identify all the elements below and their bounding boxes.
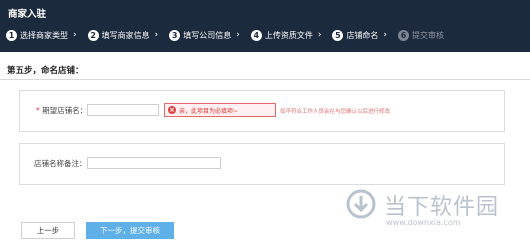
step-1: 1 选择商家类型 › [6,29,77,41]
divider [0,79,530,80]
page-title: 商家入驻 [8,9,47,20]
store-name-input[interactable] [87,104,159,116]
step-label: 上传资质文件 [264,30,313,40]
step-label: 选择商家类型 [20,30,68,40]
watermark-text: 当下软件园 [384,195,500,220]
chevron-right-icon: › [154,30,159,40]
error-icon: × [168,106,176,114]
step-progress: 1 选择商家类型 › 2 填写商家信息 › 3 填写公司信息 › 4 上传资质文… [6,27,455,43]
step-number: 5 [332,29,344,41]
step-label: 填写公司信息 [183,30,232,40]
error-text: 亲，此项目为必填项~ [179,107,239,115]
step-5: 5 店铺命名 › [332,29,388,41]
step-3: 3 填写公司信息 › [169,29,240,41]
step-number: 3 [169,29,181,41]
required-mark: * [36,106,40,115]
store-name-label: * 期望店铺名： [36,105,87,116]
store-remark-input[interactable] [87,157,221,169]
store-name-hint: 如不符合工作人员会在与您确认以后进行修改 [280,109,391,115]
step-label: 提交审核 [412,30,445,40]
step-number: 4 [250,29,262,41]
header-bar: 商家入驻 1 选择商家类型 › 2 填写商家信息 › 3 填写公司信息 › 4 … [0,0,530,52]
prev-step-button[interactable]: 上一步 [21,222,75,239]
chevron-right-icon: › [73,30,77,40]
watermark: 当下软件园 www.downxia.com [346,185,524,237]
step-label: 填写商家信息 [101,30,150,40]
step-4: 4 上传资质文件 › [250,29,322,41]
watermark-url: www.downxia.com [386,218,461,227]
step-number: 6 [398,29,410,41]
chevron-right-icon: › [236,30,240,40]
chevron-right-icon: › [317,30,322,40]
downxia-logo-icon [346,189,376,219]
error-tooltip: × 亲，此项目为必填项~ [164,103,276,117]
step-2: 2 填写商家信息 › [87,29,159,41]
step-number: 1 [6,29,17,41]
chevron-right-icon: › [383,30,388,40]
store-name-label-text: 期望店铺名： [42,106,88,115]
store-remark-label: 店铺名称备注： [34,159,87,168]
submit-review-button[interactable]: 下一步，提交审核 [86,222,174,239]
section-title: 第五步，命名店铺： [7,66,84,76]
step-label: 店铺命名 [346,30,379,40]
step-number: 2 [87,29,99,41]
step-6: 6 提交审核 [398,29,445,41]
